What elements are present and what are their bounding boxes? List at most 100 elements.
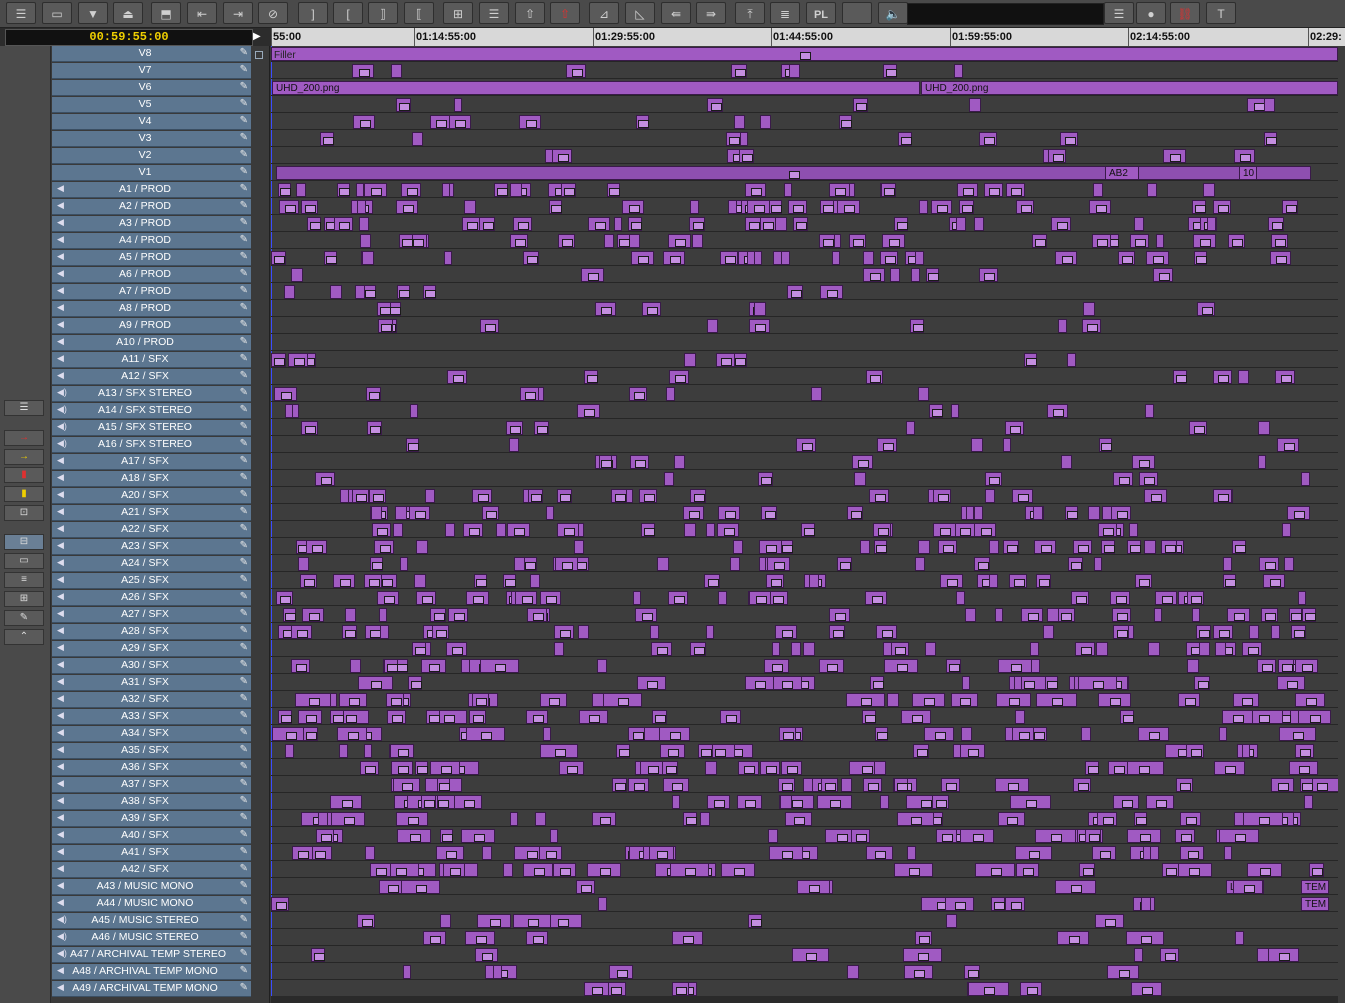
clip[interactable]: UHD_200.png <box>921 81 1338 95</box>
clip[interactable] <box>1097 812 1117 826</box>
clip[interactable] <box>430 115 450 129</box>
clip[interactable] <box>1277 676 1305 690</box>
clip[interactable] <box>1264 98 1275 112</box>
clip[interactable] <box>692 234 703 248</box>
clip[interactable] <box>1238 370 1249 384</box>
track-lane[interactable]: LudoTEM <box>271 879 1338 895</box>
clip[interactable] <box>584 982 609 996</box>
clip[interactable] <box>662 761 678 775</box>
clip[interactable] <box>1060 132 1078 146</box>
clip[interactable] <box>1083 302 1095 316</box>
clip[interactable] <box>554 642 564 656</box>
clip[interactable] <box>1034 540 1056 554</box>
track-header-a25[interactable]: ◀ A25 / SFX ✎ <box>52 573 251 589</box>
clip[interactable] <box>1242 642 1262 656</box>
clip[interactable] <box>377 302 391 316</box>
clip[interactable] <box>1134 217 1144 231</box>
clip[interactable] <box>875 727 888 741</box>
clip[interactable] <box>700 812 710 826</box>
clip[interactable] <box>1036 693 1077 707</box>
track-lock-pencil-icon[interactable]: ✎ <box>240 744 248 755</box>
track-header-a29[interactable]: ◀ A29 / SFX ✎ <box>52 641 251 657</box>
track-lock-pencil-icon[interactable]: ✎ <box>240 829 248 840</box>
clip[interactable] <box>1036 574 1051 588</box>
clip[interactable] <box>1098 523 1117 537</box>
grid-icon[interactable]: ⊞ <box>443 2 473 24</box>
track-lane[interactable] <box>271 505 1338 521</box>
clip[interactable] <box>664 472 674 486</box>
clip[interactable] <box>882 234 905 248</box>
track-lock-pencil-icon[interactable]: ✎ <box>240 115 248 126</box>
track-lane[interactable] <box>271 777 1338 793</box>
clip[interactable] <box>340 489 349 503</box>
clip[interactable] <box>1024 353 1037 367</box>
clip[interactable] <box>745 676 774 690</box>
clip[interactable] <box>1047 608 1059 622</box>
clip[interactable] <box>946 659 961 673</box>
clip[interactable] <box>298 557 309 571</box>
clip[interactable] <box>472 489 492 503</box>
clip[interactable] <box>597 659 607 673</box>
track-lock-pencil-icon[interactable]: ✎ <box>240 489 248 500</box>
track-lock-pencil-icon[interactable]: ✎ <box>240 897 248 908</box>
clip[interactable] <box>1144 489 1167 503</box>
clip[interactable] <box>1277 438 1299 452</box>
track-lock-pencil-icon[interactable]: ✎ <box>240 98 248 109</box>
clip[interactable] <box>561 183 576 197</box>
mark-in-icon[interactable]: [ <box>333 2 363 24</box>
clip[interactable] <box>819 659 844 673</box>
track-lock-pencil-icon[interactable]: ✎ <box>240 64 248 75</box>
list-icon[interactable]: ≣ <box>770 2 800 24</box>
clip[interactable] <box>1132 455 1155 469</box>
clip[interactable] <box>482 506 499 520</box>
clip[interactable] <box>657 557 669 571</box>
clip[interactable] <box>1146 795 1174 809</box>
clip[interactable] <box>550 829 558 843</box>
track-lock-pencil-icon[interactable]: ✎ <box>240 319 248 330</box>
track-lane[interactable] <box>271 301 1338 317</box>
clip[interactable] <box>1113 795 1139 809</box>
clip[interactable] <box>554 625 574 639</box>
clip[interactable] <box>659 727 690 741</box>
clip[interactable] <box>292 846 313 860</box>
clip[interactable] <box>410 404 418 418</box>
clip[interactable] <box>1107 965 1139 979</box>
clip[interactable] <box>1213 625 1233 639</box>
clip[interactable] <box>1153 268 1173 282</box>
clip[interactable] <box>356 183 364 197</box>
clip[interactable] <box>365 846 375 860</box>
clip[interactable] <box>811 387 822 401</box>
track-lock-pencil-icon[interactable]: ✎ <box>240 880 248 891</box>
speaker-icon[interactable]: ◀ <box>57 302 64 313</box>
clip[interactable] <box>415 761 428 775</box>
clip[interactable] <box>796 438 816 452</box>
clip[interactable] <box>278 710 292 724</box>
clip[interactable] <box>995 608 1003 622</box>
clip[interactable] <box>926 268 939 282</box>
track-lock-pencil-icon[interactable]: ✎ <box>240 285 248 296</box>
clip[interactable] <box>463 523 483 537</box>
clip[interactable] <box>543 727 551 741</box>
clip[interactable] <box>706 625 714 639</box>
clip[interactable] <box>454 795 482 809</box>
clip[interactable] <box>301 200 318 214</box>
track-lock-pencil-icon[interactable]: ✎ <box>240 625 248 636</box>
clip[interactable]: 10 <box>1239 166 1257 180</box>
clip[interactable] <box>342 625 357 639</box>
track-header-a18[interactable]: ◀ A18 / SFX ✎ <box>52 471 251 487</box>
clip[interactable] <box>650 625 659 639</box>
clip[interactable] <box>387 710 406 724</box>
speaker-icon[interactable]: ◀ <box>57 693 64 704</box>
speaker-icon[interactable]: ◀ <box>57 676 64 687</box>
clip[interactable] <box>801 523 815 537</box>
clip[interactable] <box>360 234 371 248</box>
track-lane[interactable] <box>271 590 1338 606</box>
clip[interactable] <box>726 132 741 146</box>
clip[interactable] <box>421 659 446 673</box>
clip[interactable] <box>412 132 423 146</box>
track-lane[interactable] <box>271 216 1338 232</box>
clip[interactable] <box>890 268 900 282</box>
clip[interactable] <box>628 217 642 231</box>
clip[interactable] <box>737 795 762 809</box>
clip[interactable] <box>985 489 995 503</box>
